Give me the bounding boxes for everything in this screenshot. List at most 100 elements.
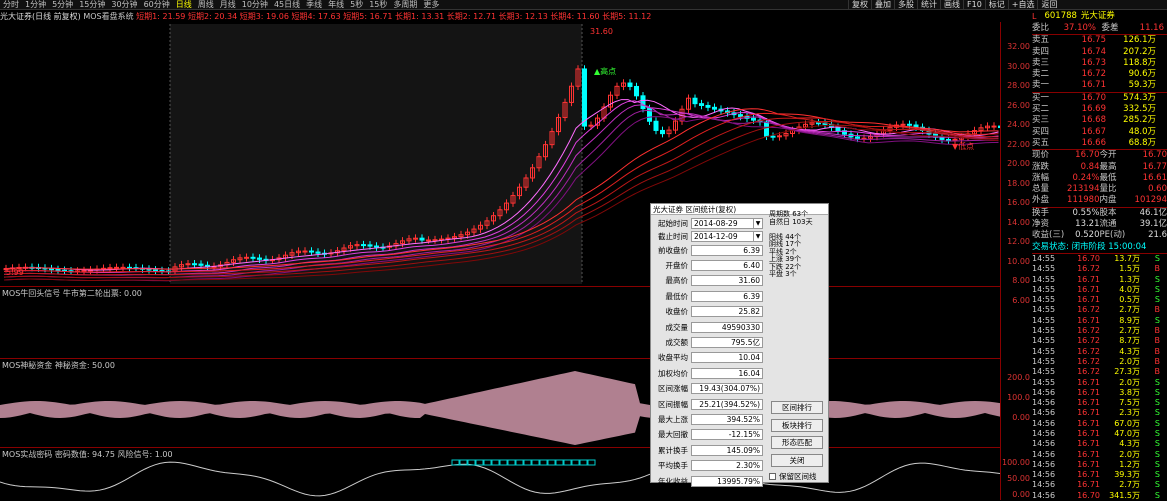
keep-line-checkbox[interactable] bbox=[769, 473, 776, 480]
ask-row: 卖一 16.71 59.3万 bbox=[1032, 80, 1156, 91]
toolbar-right: 复权 叠加 多股 统计 画线 F10 标记 +自选 返回 bbox=[848, 0, 1060, 10]
axis-tick: 22.00 bbox=[1007, 139, 1030, 149]
period-tab-11[interactable]: 季线 bbox=[303, 0, 325, 10]
indicator-values: 短期1: 21.59 短期2: 20.34 短期3: 19.06 短期4: 17… bbox=[136, 12, 652, 21]
axis-tick: 100.00 bbox=[1002, 458, 1030, 467]
period-tab-7[interactable]: 周线 bbox=[195, 0, 217, 10]
period-tab-13[interactable]: 5秒 bbox=[347, 0, 366, 10]
weicha: 11.16 bbox=[1139, 23, 1164, 33]
stat-field: 区间涨幅 19.43(304.07%) bbox=[651, 383, 771, 395]
axis-tick: 16.00 bbox=[1007, 198, 1030, 207]
tick-row: 14:55 16.72 2.0万 B bbox=[1032, 356, 1160, 366]
toolbar-button-2[interactable]: 多股 bbox=[894, 0, 917, 10]
stat-row: 收益(三) 0.520 PE(动) 21.6 bbox=[1032, 230, 1167, 241]
ask-row: 卖二 16.72 90.6万 bbox=[1032, 69, 1156, 80]
period-tab-10[interactable]: 45日线 bbox=[271, 0, 303, 10]
axis-tick: 0.00 bbox=[1012, 413, 1030, 422]
toolbar-button-4[interactable]: 画线 bbox=[940, 0, 963, 10]
tick-row: 14:55 16.71 0.5万 S bbox=[1032, 295, 1160, 305]
period-tab-4[interactable]: 30分钟 bbox=[108, 0, 140, 10]
stat-row: 外盘 111980 内盘 101294 bbox=[1032, 195, 1167, 206]
indicator-name: MOS看盘系统 bbox=[83, 12, 134, 21]
period-tab-0[interactable]: 分时 bbox=[0, 0, 22, 10]
ask-row: 卖五 16.75 126.1万 bbox=[1032, 35, 1156, 46]
period-tab-1[interactable]: 1分钟 bbox=[22, 0, 49, 10]
stat-field: 收盘平均 10.04 bbox=[651, 352, 771, 364]
period-tab-14[interactable]: 15秒 bbox=[366, 0, 390, 10]
bid-row: 买二 16.69 332.5万 bbox=[1032, 104, 1156, 115]
dropdown-icon[interactable]: ▼ bbox=[753, 218, 762, 228]
stock-code: 601788 bbox=[1044, 11, 1077, 21]
stat-field: 加权均价 16.04 bbox=[651, 367, 771, 379]
stat-row: 净资 13.21 流通 39.1亿 bbox=[1032, 219, 1167, 230]
axis-tick: 100.0 bbox=[1007, 393, 1030, 402]
start-date-picker[interactable]: 2014-08-29 ▼ bbox=[691, 217, 763, 229]
dropdown-icon[interactable]: ▼ bbox=[753, 231, 762, 241]
indicator1-header: MOS牛回头信号 牛市第二轮出票: 0.00 bbox=[2, 289, 142, 298]
axis-tick: 12.00 bbox=[1007, 237, 1030, 246]
period-tab-16[interactable]: 更多 bbox=[420, 0, 442, 10]
tick-row: 14:55 16.72 4.3万 B bbox=[1032, 346, 1160, 356]
toolbar-button-3[interactable]: 统计 bbox=[917, 0, 940, 10]
keep-line-label: 保留区间线 bbox=[779, 472, 817, 481]
bid-row: 买五 16.66 68.8万 bbox=[1032, 137, 1156, 148]
period-tab-15[interactable]: 多周期 bbox=[390, 0, 420, 10]
high-price-label: 31.60 bbox=[590, 27, 613, 36]
stat-field: 前收盘价 6.39 bbox=[651, 244, 771, 256]
toolbar-button-5[interactable]: F10 bbox=[963, 0, 985, 10]
stat-field: 平均换手 2.30% bbox=[651, 460, 771, 472]
tick-row: 14:56 16.71 4.3万 S bbox=[1032, 439, 1160, 449]
toolbar-button-1[interactable]: 叠加 bbox=[871, 0, 894, 10]
candlestick-chart[interactable] bbox=[0, 22, 1000, 286]
tick-row: 14:56 16.71 39.3万 S bbox=[1032, 470, 1160, 480]
period-tab-3[interactable]: 15分钟 bbox=[76, 0, 108, 10]
stat-field: 最高价 31.60 bbox=[651, 275, 771, 287]
end-date-picker[interactable]: 2014-12-09 ▼ bbox=[691, 230, 763, 242]
toolbar-button-6[interactable]: 标记 bbox=[984, 0, 1008, 10]
stat-field: 成交额 795.5亿 bbox=[651, 336, 771, 348]
toolbar-button-0[interactable]: 复权 bbox=[848, 0, 871, 10]
sector-rank-button[interactable]: 板块排行 bbox=[771, 419, 823, 432]
axis-tick: 32.00 bbox=[1007, 42, 1030, 51]
toolbar-button-7[interactable]: +自选 bbox=[1007, 0, 1038, 10]
tick-row: 14:55 16.72 2.7万 B bbox=[1032, 305, 1160, 315]
bid-row: 买四 16.67 48.0万 bbox=[1032, 126, 1156, 137]
tick-row: 14:56 16.71 1.2万 S bbox=[1032, 459, 1160, 469]
axis-tick: 10.00 bbox=[1007, 256, 1030, 266]
tick-row: 14:56 16.71 47.0万 S bbox=[1032, 428, 1160, 438]
pattern-match-button[interactable]: 形态匹配 bbox=[771, 436, 823, 449]
interval-rank-button[interactable]: 区间排行 bbox=[771, 401, 823, 414]
trade-status: 交易状态: 闭市阶段 15:00:04 bbox=[1032, 241, 1147, 252]
period-stats-text: 周期数 63个 自然日 103天 阳线 44个 阴线 17个 平线 2个 上涨 … bbox=[769, 210, 813, 278]
low-marker: ▼低点 bbox=[952, 142, 975, 151]
quote-panel: L 601788 光大证券 委比 37.10% 委差 11.16 卖五 16.75 126.1… bbox=[1032, 11, 1167, 500]
stat-field: 年化收益 13995.79% bbox=[651, 475, 771, 487]
period-tab-2[interactable]: 5分钟 bbox=[49, 0, 76, 10]
tick-row: 14:56 16.71 7.5万 S bbox=[1032, 398, 1160, 408]
stat-field: 累计换手 145.09% bbox=[651, 444, 771, 456]
stat-field: 最大上涨 394.52% bbox=[651, 413, 771, 425]
axis-tick: 14.00 bbox=[1007, 217, 1030, 227]
axis-tick: 50.00 bbox=[1007, 474, 1030, 483]
password-chart bbox=[0, 459, 1000, 497]
close-button[interactable]: 关闭 bbox=[771, 454, 823, 467]
toolbar-button-8[interactable]: 返回 bbox=[1037, 0, 1060, 10]
period-tab-9[interactable]: 10分钟 bbox=[239, 0, 271, 10]
tick-row: 14:55 16.72 2.7万 B bbox=[1032, 326, 1160, 336]
stat-row: 现价 16.70 今开 16.70 bbox=[1032, 150, 1167, 161]
start-label: 起始时间 bbox=[658, 218, 688, 228]
low-price-label: 5.99 bbox=[6, 268, 24, 277]
axis-tick: 30.00 bbox=[1007, 61, 1030, 71]
period-tab-6[interactable]: 日线 bbox=[173, 0, 195, 10]
period-tab-12[interactable]: 年线 bbox=[325, 0, 347, 10]
period-tab-5[interactable]: 60分钟 bbox=[141, 0, 173, 10]
stat-field: 最低价 6.39 bbox=[651, 290, 771, 302]
period-tab-8[interactable]: 月线 bbox=[217, 0, 239, 10]
interval-stats-dialog: 光大证券 区间统计(复权) 起始时间 2014-08-29 ▼ 截止时间 2014-1… bbox=[650, 203, 829, 487]
tick-row: 14:55 16.72 27.3万 B bbox=[1032, 367, 1160, 377]
stat-field: 开盘价 6.40 bbox=[651, 259, 771, 271]
axis-tick: 26.00 bbox=[1007, 100, 1030, 110]
tick-row: 14:56 16.70 341.5万 S bbox=[1032, 490, 1160, 500]
end-label: 截止时间 bbox=[658, 231, 688, 241]
tick-row: 14:56 16.71 2.7万 S bbox=[1032, 480, 1160, 490]
